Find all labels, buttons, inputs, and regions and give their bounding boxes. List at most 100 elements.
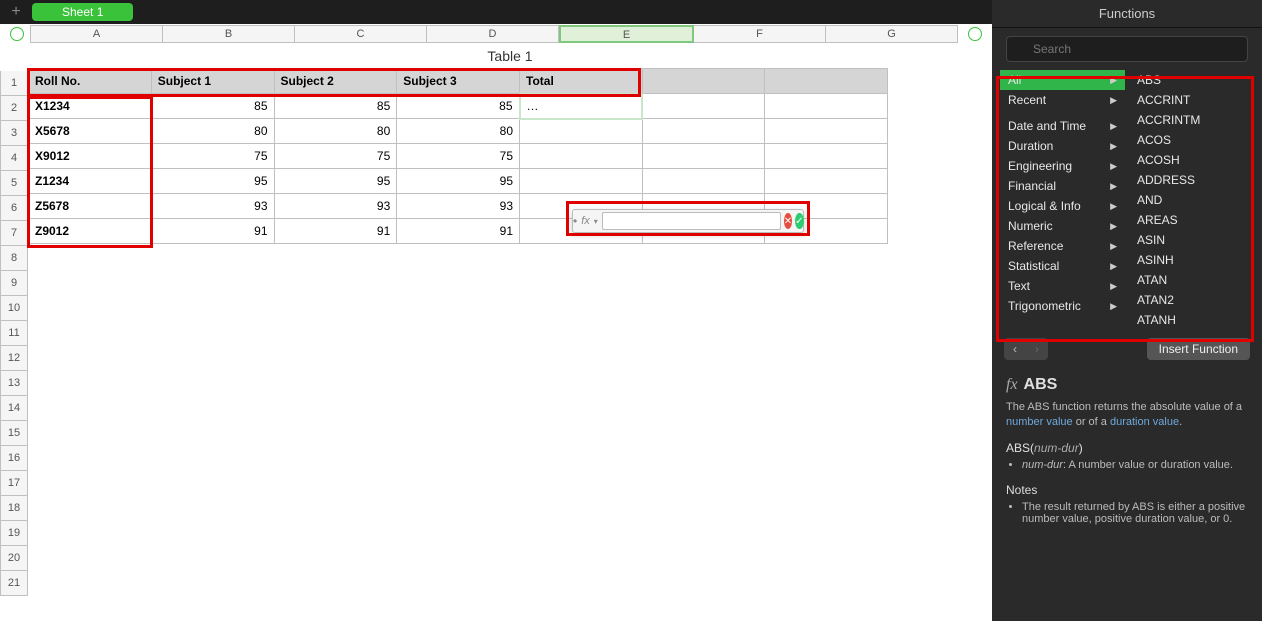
category-item[interactable]: All▶ — [1000, 70, 1125, 90]
header-cell[interactable]: Subject 3 — [397, 69, 520, 94]
cell[interactable]: 80 — [397, 119, 520, 144]
function-item[interactable]: ACOS — [1129, 130, 1254, 150]
table-row[interactable]: Z1234959595 — [29, 169, 888, 194]
cell[interactable]: Z9012 — [29, 219, 152, 244]
cell[interactable]: 85 — [274, 94, 397, 119]
row-header-3[interactable]: 3 — [0, 121, 28, 146]
cell[interactable]: X5678 — [29, 119, 152, 144]
row-header-18[interactable]: 18 — [0, 496, 28, 521]
row-header-1[interactable]: 1 — [0, 71, 28, 96]
row-header-14[interactable]: 14 — [0, 396, 28, 421]
cell[interactable] — [765, 169, 888, 194]
link-duration-value[interactable]: duration value — [1110, 416, 1179, 428]
cell[interactable]: 80 — [274, 119, 397, 144]
function-item[interactable]: ADDRESS — [1129, 170, 1254, 190]
function-item[interactable]: ATANH — [1129, 310, 1254, 330]
category-item[interactable]: Engineering▶ — [1000, 156, 1125, 176]
row-header-21[interactable]: 21 — [0, 571, 28, 596]
row-header-11[interactable]: 11 — [0, 321, 28, 346]
cell[interactable]: 75 — [151, 144, 274, 169]
row-header-2[interactable]: 2 — [0, 96, 28, 121]
category-item[interactable]: Financial▶ — [1000, 176, 1125, 196]
header-cell[interactable] — [642, 69, 765, 94]
category-item[interactable]: Reference▶ — [1000, 236, 1125, 256]
function-search-input[interactable] — [1006, 36, 1248, 62]
row-header-20[interactable]: 20 — [0, 546, 28, 571]
category-item[interactable]: Statistical▶ — [1000, 256, 1125, 276]
row-header-13[interactable]: 13 — [0, 371, 28, 396]
table-row[interactable]: X1234858585… — [29, 94, 888, 119]
category-item[interactable]: Trigonometric▶ — [1000, 296, 1125, 316]
nav-back-button[interactable]: ‹ — [1004, 338, 1026, 360]
row-header-16[interactable]: 16 — [0, 446, 28, 471]
formula-input[interactable] — [602, 212, 781, 230]
function-item[interactable]: ASIN — [1129, 230, 1254, 250]
row-header-6[interactable]: 6 — [0, 196, 28, 221]
cell[interactable]: 95 — [151, 169, 274, 194]
function-list[interactable]: ABSACCRINTACCRINTMACOSACOSHADDRESSANDARE… — [1129, 70, 1254, 330]
category-item[interactable]: Logical & Info▶ — [1000, 196, 1125, 216]
function-item[interactable]: ACCRINTM — [1129, 110, 1254, 130]
category-item[interactable]: Date and Time▶ — [1000, 116, 1125, 136]
cell[interactable] — [520, 169, 643, 194]
function-item[interactable]: ABS — [1129, 70, 1254, 90]
cell[interactable]: 93 — [397, 194, 520, 219]
function-item[interactable]: ATAN2 — [1129, 290, 1254, 310]
header-cell[interactable]: Total — [520, 69, 643, 94]
table-row[interactable]: X9012757575 — [29, 144, 888, 169]
function-item[interactable]: AREAS — [1129, 210, 1254, 230]
cell[interactable]: 75 — [397, 144, 520, 169]
cell[interactable]: X1234 — [29, 94, 152, 119]
row-handle-icon[interactable] — [10, 27, 24, 41]
cell[interactable]: Z1234 — [29, 169, 152, 194]
header-cell[interactable]: Subject 1 — [151, 69, 274, 94]
row-header-8[interactable]: 8 — [0, 246, 28, 271]
col-handle-icon[interactable] — [968, 27, 982, 41]
cell[interactable] — [765, 119, 888, 144]
col-header-C[interactable]: C — [295, 25, 427, 43]
row-header-15[interactable]: 15 — [0, 421, 28, 446]
cell[interactable]: 75 — [274, 144, 397, 169]
cell[interactable]: 91 — [151, 219, 274, 244]
add-sheet-button[interactable]: + — [8, 3, 24, 21]
link-number-value[interactable]: number value — [1006, 416, 1073, 428]
row-header-5[interactable]: 5 — [0, 171, 28, 196]
function-item[interactable]: ASINH — [1129, 250, 1254, 270]
function-item[interactable]: ATAN — [1129, 270, 1254, 290]
fx-dropdown-icon[interactable]: ▾ — [594, 217, 602, 226]
col-header-B[interactable]: B — [163, 25, 295, 43]
header-cell[interactable]: Roll No. — [29, 69, 152, 94]
row-header-12[interactable]: 12 — [0, 346, 28, 371]
category-item[interactable]: Numeric▶ — [1000, 216, 1125, 236]
col-header-D[interactable]: D — [427, 25, 559, 43]
cell[interactable]: 93 — [151, 194, 274, 219]
cell[interactable]: 91 — [274, 219, 397, 244]
row-header-7[interactable]: 7 — [0, 221, 28, 246]
function-item[interactable]: ACCRINT — [1129, 90, 1254, 110]
cell[interactable] — [642, 169, 765, 194]
cell[interactable]: … — [520, 94, 643, 119]
category-item[interactable]: Duration▶ — [1000, 136, 1125, 156]
cell[interactable] — [642, 94, 765, 119]
insert-function-button[interactable]: Insert Function — [1147, 338, 1250, 360]
col-header-A[interactable]: A — [30, 25, 163, 43]
cell[interactable]: 95 — [274, 169, 397, 194]
cell[interactable] — [642, 119, 765, 144]
row-header-4[interactable]: 4 — [0, 146, 28, 171]
formula-accept-button[interactable]: ✓ — [795, 213, 803, 229]
function-item[interactable]: AND — [1129, 190, 1254, 210]
col-header-E[interactable]: E — [559, 25, 694, 43]
cell[interactable]: 93 — [274, 194, 397, 219]
cell[interactable] — [765, 94, 888, 119]
cell[interactable] — [765, 144, 888, 169]
row-header-17[interactable]: 17 — [0, 471, 28, 496]
header-cell[interactable]: Subject 2 — [274, 69, 397, 94]
formula-cancel-button[interactable]: ✕ — [784, 213, 792, 229]
col-header-F[interactable]: F — [694, 25, 826, 43]
cell[interactable] — [520, 119, 643, 144]
cell[interactable]: 85 — [397, 94, 520, 119]
sheet-tab-1[interactable]: Sheet 1 — [32, 3, 133, 21]
cell[interactable]: 95 — [397, 169, 520, 194]
category-list[interactable]: All▶Recent▶Date and Time▶Duration▶Engine… — [1000, 70, 1125, 330]
cell[interactable]: 91 — [397, 219, 520, 244]
